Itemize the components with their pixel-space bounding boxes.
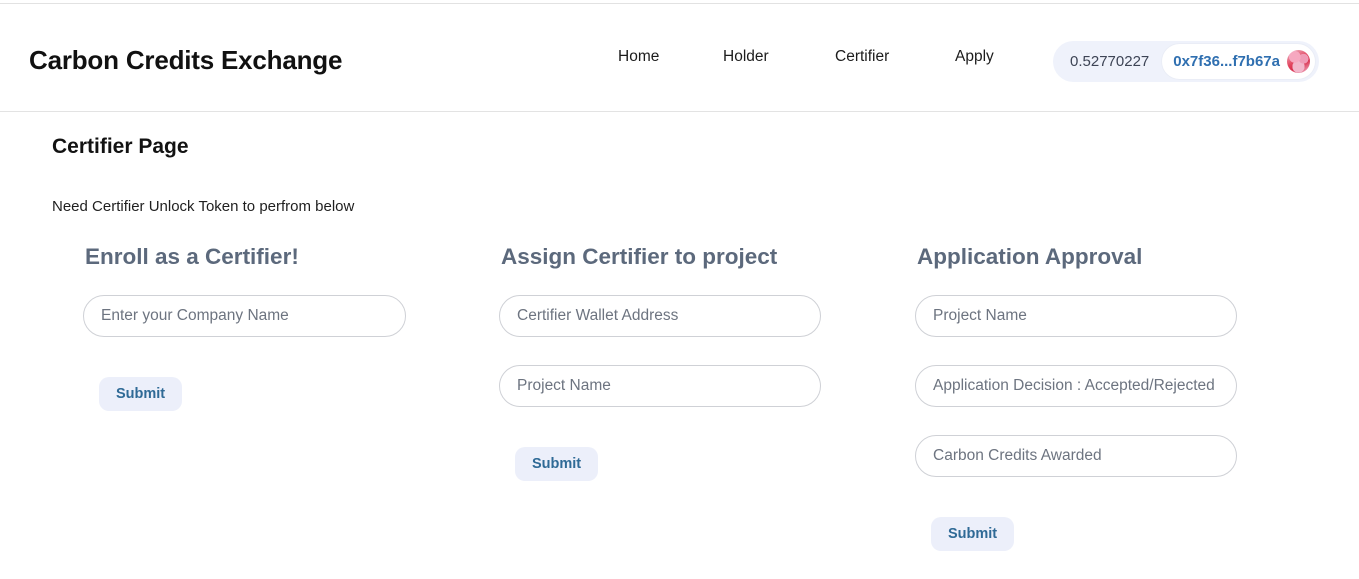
wallet-badge[interactable]: 0.52770227 0x7f36...f7b67a (1053, 41, 1319, 82)
wallet-account-pill[interactable]: 0x7f36...f7b67a (1162, 44, 1315, 79)
site-header: Carbon Credits Exchange Home Holder Cert… (0, 4, 1359, 112)
nav-item-home[interactable]: Home (618, 48, 659, 66)
application-decision-input[interactable] (915, 364, 1237, 407)
application-approval-form: Application Approval Submit (915, 244, 1237, 552)
company-name-input[interactable] (83, 294, 406, 337)
wallet-address: 0x7f36...f7b67a (1173, 53, 1280, 70)
wallet-avatar-icon (1287, 50, 1310, 73)
nav-item-certifier[interactable]: Certifier (835, 48, 889, 66)
approval-submit-button[interactable]: Submit (931, 516, 1015, 552)
assign-certifier-form: Assign Certifier to project Submit (499, 244, 821, 482)
enroll-submit-button[interactable]: Submit (99, 376, 183, 412)
page-subtitle: Need Certifier Unlock Token to perfrom b… (52, 198, 355, 215)
nav-item-apply[interactable]: Apply (955, 48, 994, 66)
brand-title: Carbon Credits Exchange (29, 45, 343, 75)
assign-submit-button[interactable]: Submit (515, 446, 599, 482)
project-name-input[interactable] (499, 364, 821, 407)
wallet-balance: 0.52770227 (1070, 53, 1150, 70)
section-title: Application Approval (917, 244, 1143, 269)
enroll-certifier-form: Enroll as a Certifier! Submit (83, 244, 406, 412)
main-nav: Home Holder Certifier Apply (600, 48, 1020, 76)
page-title: Certifier Page (52, 135, 189, 158)
section-title: Assign Certifier to project (501, 244, 778, 269)
section-title: Enroll as a Certifier! (85, 244, 299, 269)
certifier-wallet-address-input[interactable] (499, 294, 821, 337)
nav-item-holder[interactable]: Holder (723, 48, 769, 66)
carbon-credits-awarded-input[interactable] (915, 434, 1237, 477)
approval-project-name-input[interactable] (915, 294, 1237, 337)
app-root: Carbon Credits Exchange Home Holder Cert… (0, 0, 1359, 579)
